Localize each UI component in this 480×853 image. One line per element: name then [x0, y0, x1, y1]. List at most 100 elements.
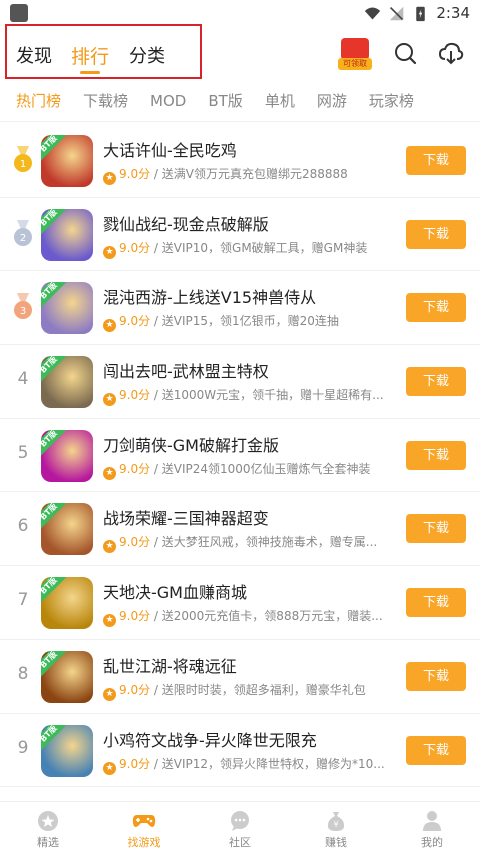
- bt-badge: BT版: [41, 724, 68, 752]
- bottom-nav: 精选 找游戏 社区 ¥ 赚钱 我的: [0, 801, 480, 853]
- nav-label: 赚钱: [325, 836, 347, 849]
- game-row[interactable]: 3 BT版 混沌西游-上线送V15神兽侍从 ★ 9.0分 / 送VIP15，领1亿…: [0, 271, 480, 346]
- search-icon[interactable]: [392, 40, 418, 66]
- game-meta: ★ 9.0分 / 送满V领万元真充包赠绑元288888: [103, 165, 388, 185]
- star-icon: ★: [103, 393, 116, 407]
- ranking-subtabs: 热门榜 下载榜 MOD BT版 单机 网游 玩家榜: [0, 80, 480, 122]
- game-icon[interactable]: BT版: [41, 650, 93, 703]
- bt-badge: BT版: [41, 577, 68, 605]
- nav-featured[interactable]: 精选: [0, 802, 96, 853]
- download-button[interactable]: 下载: [406, 440, 466, 470]
- game-score: 9.0分: [119, 609, 151, 624]
- game-title[interactable]: 混沌西游-上线送V15神兽侍从: [103, 284, 316, 308]
- game-icon[interactable]: BT版: [41, 356, 93, 409]
- game-title[interactable]: 大话许仙-全民吃鸡: [103, 137, 237, 161]
- game-row[interactable]: 5 BT版 刀剑萌侠-GM破解打金版 ★ 9.0分 / 送VIP24领1000亿仙…: [0, 419, 480, 493]
- game-score: 9.0分: [119, 167, 151, 181]
- game-title[interactable]: 戮仙战纪-现金点破解版: [103, 211, 269, 235]
- nav-find-games[interactable]: 找游戏: [96, 802, 192, 853]
- game-title[interactable]: 战场荣耀-三国神器超变: [103, 505, 269, 529]
- wifi-icon: [365, 7, 381, 19]
- game-row[interactable]: 8 BT版 乱世江湖-将魂远征 ★ 9.0分 / 送限时时装，领超多福利，赠豪华礼…: [0, 640, 480, 714]
- subtab-hot[interactable]: 热门榜: [16, 90, 61, 111]
- game-title[interactable]: 乱世江湖-将魂远征: [103, 653, 237, 677]
- nav-label: 社区: [229, 836, 251, 849]
- subtab-single[interactable]: 单机: [265, 90, 295, 111]
- nav-label: 我的: [421, 836, 443, 849]
- rank-number: 4: [17, 369, 29, 390]
- game-title[interactable]: 闯出去吧-武林盟主特权: [103, 358, 269, 382]
- download-button[interactable]: 下载: [406, 661, 466, 691]
- game-icon[interactable]: BT版: [41, 577, 93, 630]
- star-icon: ★: [103, 614, 116, 628]
- app-notification-icon: [10, 4, 28, 22]
- download-button[interactable]: 下载: [406, 293, 466, 323]
- nav-community[interactable]: 社区: [192, 802, 288, 853]
- game-row[interactable]: 1 BT版 大话许仙-全民吃鸡 ★ 9.0分 / 送满V领万元真充包赠绑元2888…: [0, 124, 480, 198]
- bt-badge: BT版: [41, 503, 68, 531]
- game-title[interactable]: 刀剑萌侠-GM破解打金版: [103, 432, 279, 456]
- download-button[interactable]: 下载: [406, 735, 466, 765]
- gift-icon[interactable]: 可领取: [338, 36, 372, 70]
- rank-number: 8: [17, 663, 29, 684]
- game-title[interactable]: 天地决-GM血赚商城: [103, 579, 247, 603]
- game-title[interactable]: 小鸡符文战争-异火降世无限充: [103, 727, 317, 751]
- game-meta: ★ 9.0分 / 送VIP12，领异火降世特权，赠修为*10...: [103, 755, 388, 775]
- game-score: 9.0分: [119, 314, 151, 329]
- game-row[interactable]: 4 BT版 闯出去吧-武林盟主特权 ★ 9.0分 / 送1000W元宝，领千抽，赠…: [0, 345, 480, 419]
- bt-badge: BT版: [41, 356, 68, 384]
- star-icon: ★: [103, 172, 116, 185]
- game-score: 9.0分: [119, 756, 151, 771]
- gift-label: 可领取: [338, 58, 372, 70]
- game-desc: / 送2000元充值卡，领888万元宝，赠装...: [150, 609, 383, 624]
- star-icon: ★: [103, 687, 116, 701]
- nav-me[interactable]: 我的: [384, 802, 480, 853]
- game-desc: / 送限时时装，领超多福利，赠豪华礼包: [150, 682, 366, 697]
- game-row[interactable]: 6 BT版 战场荣耀-三国神器超变 ★ 9.0分 / 送大梦狂风戒，领神技施毒术，…: [0, 492, 480, 567]
- subtab-players[interactable]: 玩家榜: [369, 90, 414, 111]
- rank-number: 2: [20, 233, 26, 244]
- subtab-online[interactable]: 网游: [317, 90, 347, 111]
- rank-medal-icon: 1: [14, 146, 32, 172]
- game-row[interactable]: 9 BT版 小鸡符文战争-异火降世无限充 ★ 9.0分 / 送VIP12，领异火降…: [0, 714, 480, 788]
- download-button[interactable]: 下载: [406, 367, 466, 397]
- bt-badge: BT版: [41, 135, 68, 163]
- game-meta: ★ 9.0分 / 送VIP24领1000亿仙玉赠炼气全套神装: [103, 460, 388, 480]
- bt-badge: BT版: [41, 208, 68, 237]
- star-badge-icon: [38, 811, 58, 831]
- subtab-bt[interactable]: BT版: [208, 90, 242, 111]
- download-button[interactable]: 下载: [406, 219, 466, 249]
- bt-badge: BT版: [41, 429, 68, 458]
- tab-category[interactable]: 分类: [129, 42, 165, 68]
- bt-badge: BT版: [41, 650, 68, 679]
- game-desc: / 送大梦狂风戒，领神技施毒术，赠专属...: [150, 535, 378, 550]
- tab-ranking[interactable]: 排行: [71, 42, 109, 69]
- game-icon[interactable]: BT版: [41, 282, 93, 335]
- game-meta: ★ 9.0分 / 送限时时装，领超多福利，赠豪华礼包: [103, 681, 388, 701]
- rank-number: 9: [17, 737, 29, 758]
- subtab-mod[interactable]: MOD: [150, 92, 186, 110]
- game-icon[interactable]: BT版: [41, 429, 93, 482]
- download-button[interactable]: 下载: [406, 588, 466, 618]
- star-icon: ★: [103, 540, 116, 554]
- game-row[interactable]: 7 BT版 天地决-GM血赚商城 ★ 9.0分 / 送2000元充值卡，领888万…: [0, 566, 480, 640]
- user-icon: [423, 811, 441, 831]
- game-meta: ★ 9.0分 / 送2000元充值卡，领888万元宝，赠装...: [103, 607, 388, 628]
- download-button[interactable]: 下载: [406, 146, 466, 175]
- download-manager-icon[interactable]: [438, 40, 464, 66]
- game-icon[interactable]: BT版: [41, 724, 93, 777]
- game-icon[interactable]: BT版: [41, 503, 93, 556]
- subtab-downloads[interactable]: 下载榜: [83, 90, 128, 111]
- game-meta: ★ 9.0分 / 送大梦狂风戒，领神技施毒术，赠专属...: [103, 533, 388, 554]
- game-icon[interactable]: BT版: [41, 135, 93, 187]
- gamepad-icon: [132, 815, 156, 827]
- rank-number: 6: [17, 516, 29, 537]
- game-desc: / 送VIP12，领异火降世特权，赠修为*10...: [150, 756, 385, 771]
- game-row[interactable]: 2 BT版 戮仙战纪-现金点破解版 ★ 9.0分 / 送VIP10，领GM破解工具…: [0, 198, 480, 272]
- game-icon[interactable]: BT版: [41, 208, 93, 261]
- rank-number: 3: [20, 306, 26, 317]
- download-button[interactable]: 下载: [406, 514, 466, 544]
- bt-badge: BT版: [41, 282, 68, 310]
- nav-earn[interactable]: ¥ 赚钱: [288, 802, 384, 853]
- tab-discover[interactable]: 发现: [16, 42, 52, 68]
